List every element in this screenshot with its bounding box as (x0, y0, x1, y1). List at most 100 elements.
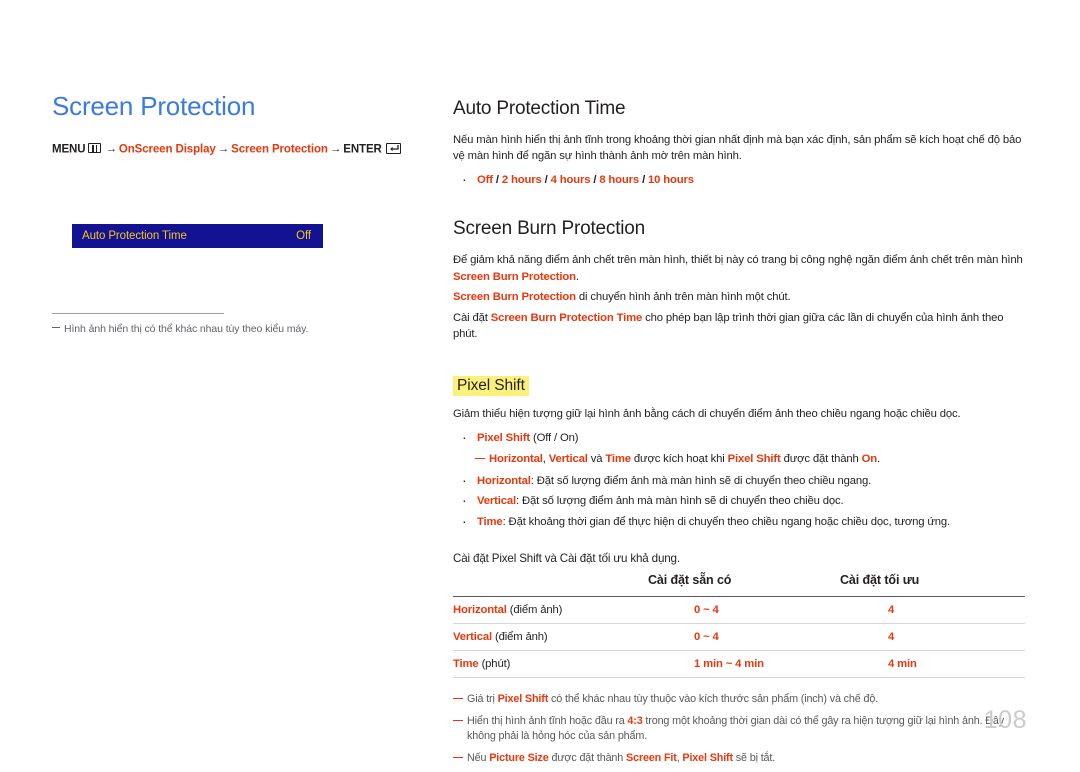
enter-key-icon (385, 142, 401, 154)
list-item: Off / 2 hours / 4 hours / 8 hours / 10 h… (453, 171, 1025, 189)
footnote-text: Giá trị (467, 693, 498, 706)
menu-label: MENU (52, 143, 86, 156)
list-item: Horizontal: Đặt số lượng điểm ảnh mà màn… (453, 472, 1025, 490)
bullet-text: : Đặt số lượng điểm ảnh mà màn hình sẽ d… (516, 495, 844, 508)
cell-available-setting: 0 ~ 4 (694, 631, 719, 644)
table-body: Horizontal (điểm ảnh) 0 ~ 4 4 Vertical (điể… (453, 597, 1025, 678)
col-header-optimum-settings: Cài đặt tối ưu (840, 573, 920, 588)
pixel-shift-bullet-list: Pixel Shift (Off / On) (453, 429, 1025, 447)
cell-optimum-setting: 4 min (888, 658, 917, 671)
auto-protection-options-list: Off / 2 hours / 4 hours / 8 hours / 10 h… (453, 171, 1025, 189)
footnote-text: có thể khác nhau tùy thuộc vào kích thướ… (548, 693, 879, 706)
subnote-term-on: On (861, 453, 878, 466)
cell-unit: (phút) (478, 658, 511, 671)
cell-term: Horizontal (453, 604, 507, 617)
sb-p1-term: Screen Burn Protection (453, 270, 576, 283)
osd-item-label: Auto Protection Time (82, 230, 187, 242)
path-arrow-1: → (105, 143, 117, 156)
enter-label: ENTER (343, 143, 382, 156)
list-item: Pixel Shift (Off / On) (453, 429, 1025, 447)
pixel-shift-settings-table: Cài đặt sẵn có Cài đặt tối ưu Horizontal… (453, 571, 1025, 678)
cell-unit: (điểm ảnh) (492, 631, 548, 644)
cell-setting-name: Time (phút) (453, 651, 648, 678)
pixel-shift-values: (Off / On) (529, 431, 579, 444)
subnote-dash-icon (475, 458, 485, 460)
subnote-mid-2: được đặt thành (780, 453, 862, 466)
pixel-shift-subnote: Horizontal, Vertical và Time được kích h… (453, 451, 1025, 468)
bullet-text: : Đặt số lượng điểm ảnh mà màn hình sẽ d… (530, 474, 872, 487)
list-item: Time: Đặt khoảng thời gian để thực hiện … (453, 513, 1025, 531)
footnote-text: Nếu (467, 751, 490, 764)
page-title: Screen Protection (52, 91, 256, 121)
left-footnote: Hình ảnh hiển thị có thể khác nhau tùy t… (52, 313, 352, 335)
cell-available-setting: 1 min ~ 4 min (694, 658, 764, 671)
pixel-shift-intro: Giảm thiểu hiện tượng giữ lại hình ảnh b… (453, 408, 961, 421)
subnote-end: . (877, 453, 881, 466)
footnote-divider (52, 313, 224, 314)
cell-unit: (điểm ảnh) (506, 604, 563, 617)
table-head: Cài đặt sẵn có Cài đặt tối ưu (453, 571, 1025, 597)
sb-p3-a: Cài đặt (453, 311, 491, 324)
footnote: Hiển thị hình ảnh tĩnh hoặc đầu ra 4:3 t… (453, 714, 1025, 745)
osd-menu-row-auto-protection-time[interactable]: Auto Protection Time Off (72, 224, 323, 248)
footnote-text: sẽ bị tắt. (732, 751, 776, 764)
sb-p3-term: Screen Burn Protection Time (490, 311, 643, 324)
sb-p1-b: . (575, 270, 579, 283)
document-page: Screen Protection MENU → OnScreen Display →… (0, 0, 1080, 766)
left-footnote-text-wrap: Hình ảnh hiển thị có thể khác nhau tùy t… (52, 323, 352, 335)
bullet-term: Vertical (477, 495, 516, 508)
left-column: Screen Protection MENU → OnScreen Display →… (52, 91, 422, 156)
cell-setting-name: Vertical (điểm ảnh) (453, 624, 648, 651)
cell-optimum-setting: 4 (888, 604, 895, 617)
bullet-term: Horizontal (477, 474, 531, 487)
subnote-term-vertical: Vertical (548, 453, 588, 466)
subnote-sep-2: và (587, 453, 606, 466)
path-arrow-3: → (329, 143, 342, 156)
footnote-term: Pixel Shift (497, 693, 549, 706)
col-header-available-settings: Cài đặt sẵn có (648, 573, 732, 588)
subnote-term-time: Time (605, 453, 631, 466)
footnote-term: Screen Fit (625, 751, 677, 764)
section-title-auto-protection-time: Auto Protection Time (453, 98, 626, 119)
cell-available-setting: 0 ~ 4 (694, 604, 719, 617)
auto-protection-option[interactable]: Off (477, 174, 493, 186)
footnote-text: Hiển thị hình ảnh tĩnh hoặc đầu ra (467, 714, 628, 727)
bullet-text: : Đặt khoảng thời gian để thực hiện di c… (502, 515, 951, 528)
subnote-term-horizontal: Horizontal (489, 453, 543, 466)
page-number: 108 (983, 706, 1027, 734)
cell-term: Time (453, 658, 479, 671)
screen-burn-paragraph-3: Cài đặt Screen Burn Protection Time cho … (453, 310, 1025, 343)
path-arrow-2: → (217, 143, 230, 156)
sb-p1-a: Để giảm khả năng điểm ảnh chết trên màn … (453, 254, 1023, 267)
cell-optimum-setting: 4 (888, 631, 895, 644)
subnote-mid-1: được kích hoạt khi (630, 453, 728, 466)
footnote-term: 4:3 (627, 714, 643, 727)
footnotes-block: Giá trị Pixel Shift có thể khác nhau tùy… (453, 692, 1025, 766)
subnote-term-pixel-shift: Pixel Shift (727, 453, 781, 466)
footnote-dash-icon (453, 698, 463, 700)
auto-protection-options: Off / 2 hours / 4 hours / 8 hours / 10 h… (477, 174, 694, 186)
footnote-dash-icon (453, 719, 463, 721)
subsection-title-pixel-shift: Pixel Shift (453, 375, 529, 397)
sb-p2-term: Screen Burn Protection (453, 291, 576, 304)
auto-protection-option[interactable]: 4 hours (551, 174, 591, 186)
option-separator: / (492, 173, 502, 186)
table-row: Horizontal (điểm ảnh) 0 ~ 4 4 (453, 597, 1025, 624)
left-footnote-text: Hình ảnh hiển thị có thể khác nhau tùy t… (64, 323, 309, 335)
auto-protection-option[interactable]: 10 hours (648, 174, 694, 186)
screen-burn-paragraph-1: Để giảm khả năng điểm ảnh chết trên màn … (453, 252, 1025, 285)
auto-protection-paragraph: Nếu màn hình hiển thị ảnh tĩnh trong kho… (453, 133, 1022, 163)
footnote: Nếu Picture Size được đặt thành Screen F… (453, 751, 1025, 767)
menu-path-step-onscreen-display[interactable]: OnScreen Display (119, 143, 216, 155)
footnote-term: Picture Size (489, 751, 549, 764)
col-header-blank (453, 571, 648, 597)
osd-item-value[interactable]: Off (296, 230, 313, 242)
footnote-dash-icon (453, 756, 463, 758)
screen-burn-paragraph-2: Screen Burn Protection di chuyển hình ản… (453, 289, 1025, 306)
menu-path-step-screen-protection[interactable]: Screen Protection (231, 143, 328, 155)
pixel-shift-detail-list: Horizontal: Đặt số lượng điểm ảnh mà màn… (453, 472, 1025, 531)
table-header-row: Cài đặt sẵn có Cài đặt tối ưu (453, 571, 1025, 597)
auto-protection-option[interactable]: 8 hours (599, 174, 639, 186)
cell-setting-name: Horizontal (điểm ảnh) (453, 597, 648, 624)
auto-protection-option[interactable]: 2 hours (502, 174, 542, 186)
